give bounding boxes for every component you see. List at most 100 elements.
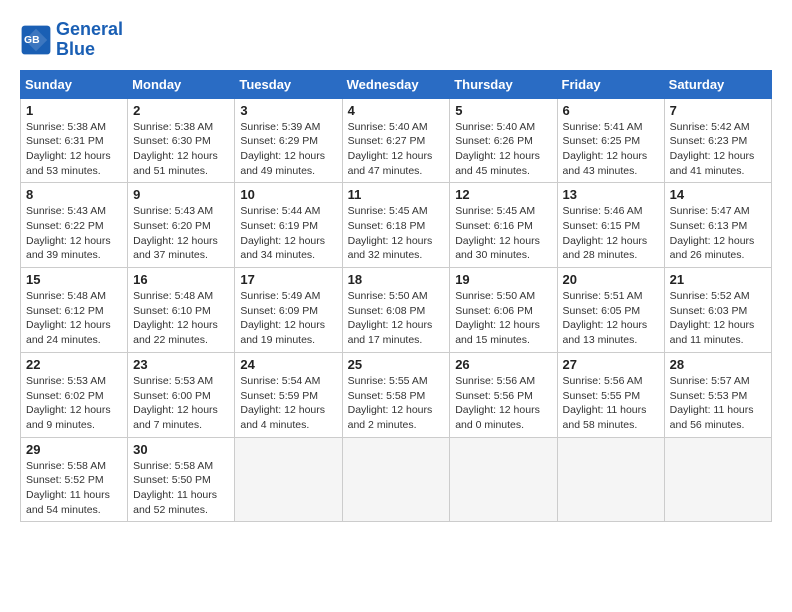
calendar-day-cell: 15 Sunrise: 5:48 AMSunset: 6:12 PMDaylig… [21, 268, 128, 353]
calendar-day-cell: 28 Sunrise: 5:57 AMSunset: 5:53 PMDaylig… [664, 352, 771, 437]
calendar-day-cell: 12 Sunrise: 5:45 AMSunset: 6:16 PMDaylig… [450, 183, 557, 268]
weekday-header: Tuesday [235, 70, 342, 98]
day-number: 17 [240, 272, 336, 287]
day-number: 22 [26, 357, 122, 372]
calendar-day-cell: 27 Sunrise: 5:56 AMSunset: 5:55 PMDaylig… [557, 352, 664, 437]
calendar-day-cell [557, 437, 664, 522]
day-number: 5 [455, 103, 551, 118]
calendar-day-cell: 3 Sunrise: 5:39 AMSunset: 6:29 PMDayligh… [235, 98, 342, 183]
day-number: 24 [240, 357, 336, 372]
day-number: 25 [348, 357, 445, 372]
day-info: Sunrise: 5:51 AMSunset: 6:05 PMDaylight:… [563, 290, 648, 346]
day-info: Sunrise: 5:45 AMSunset: 6:18 PMDaylight:… [348, 205, 433, 261]
calendar-day-cell: 25 Sunrise: 5:55 AMSunset: 5:58 PMDaylig… [342, 352, 450, 437]
calendar-day-cell: 10 Sunrise: 5:44 AMSunset: 6:19 PMDaylig… [235, 183, 342, 268]
day-number: 1 [26, 103, 122, 118]
calendar-day-cell: 22 Sunrise: 5:53 AMSunset: 6:02 PMDaylig… [21, 352, 128, 437]
weekday-header: Monday [128, 70, 235, 98]
day-info: Sunrise: 5:50 AMSunset: 6:08 PMDaylight:… [348, 290, 433, 346]
day-number: 6 [563, 103, 659, 118]
calendar-week-row: 29 Sunrise: 5:58 AMSunset: 5:52 PMDaylig… [21, 437, 772, 522]
day-info: Sunrise: 5:53 AMSunset: 6:00 PMDaylight:… [133, 375, 218, 431]
day-info: Sunrise: 5:56 AMSunset: 5:55 PMDaylight:… [563, 375, 647, 431]
calendar-day-cell [235, 437, 342, 522]
day-info: Sunrise: 5:40 AMSunset: 6:26 PMDaylight:… [455, 121, 540, 177]
logo-icon: GB [20, 24, 52, 56]
day-info: Sunrise: 5:47 AMSunset: 6:13 PMDaylight:… [670, 205, 755, 261]
day-number: 10 [240, 187, 336, 202]
day-info: Sunrise: 5:41 AMSunset: 6:25 PMDaylight:… [563, 121, 648, 177]
day-number: 27 [563, 357, 659, 372]
calendar-day-cell: 1 Sunrise: 5:38 AMSunset: 6:31 PMDayligh… [21, 98, 128, 183]
calendar-week-row: 15 Sunrise: 5:48 AMSunset: 6:12 PMDaylig… [21, 268, 772, 353]
calendar-day-cell: 19 Sunrise: 5:50 AMSunset: 6:06 PMDaylig… [450, 268, 557, 353]
day-info: Sunrise: 5:54 AMSunset: 5:59 PMDaylight:… [240, 375, 325, 431]
day-info: Sunrise: 5:57 AMSunset: 5:53 PMDaylight:… [670, 375, 754, 431]
calendar-day-cell: 26 Sunrise: 5:56 AMSunset: 5:56 PMDaylig… [450, 352, 557, 437]
calendar-day-cell: 30 Sunrise: 5:58 AMSunset: 5:50 PMDaylig… [128, 437, 235, 522]
calendar-day-cell: 14 Sunrise: 5:47 AMSunset: 6:13 PMDaylig… [664, 183, 771, 268]
day-number: 23 [133, 357, 229, 372]
day-number: 26 [455, 357, 551, 372]
calendar-day-cell: 4 Sunrise: 5:40 AMSunset: 6:27 PMDayligh… [342, 98, 450, 183]
calendar-day-cell [450, 437, 557, 522]
weekday-header: Sunday [21, 70, 128, 98]
logo: GB General Blue [20, 20, 123, 60]
day-number: 2 [133, 103, 229, 118]
calendar-day-cell: 29 Sunrise: 5:58 AMSunset: 5:52 PMDaylig… [21, 437, 128, 522]
day-info: Sunrise: 5:48 AMSunset: 6:12 PMDaylight:… [26, 290, 111, 346]
day-number: 4 [348, 103, 445, 118]
day-number: 14 [670, 187, 766, 202]
calendar-day-cell: 5 Sunrise: 5:40 AMSunset: 6:26 PMDayligh… [450, 98, 557, 183]
calendar-day-cell [342, 437, 450, 522]
calendar-day-cell: 23 Sunrise: 5:53 AMSunset: 6:00 PMDaylig… [128, 352, 235, 437]
day-info: Sunrise: 5:42 AMSunset: 6:23 PMDaylight:… [670, 121, 755, 177]
day-info: Sunrise: 5:38 AMSunset: 6:31 PMDaylight:… [26, 121, 111, 177]
day-number: 3 [240, 103, 336, 118]
day-number: 19 [455, 272, 551, 287]
calendar-week-row: 1 Sunrise: 5:38 AMSunset: 6:31 PMDayligh… [21, 98, 772, 183]
day-info: Sunrise: 5:50 AMSunset: 6:06 PMDaylight:… [455, 290, 540, 346]
day-info: Sunrise: 5:45 AMSunset: 6:16 PMDaylight:… [455, 205, 540, 261]
day-number: 11 [348, 187, 445, 202]
day-info: Sunrise: 5:49 AMSunset: 6:09 PMDaylight:… [240, 290, 325, 346]
calendar-table: SundayMondayTuesdayWednesdayThursdayFrid… [20, 70, 772, 523]
day-info: Sunrise: 5:48 AMSunset: 6:10 PMDaylight:… [133, 290, 218, 346]
page-header: GB General Blue [20, 20, 772, 60]
day-info: Sunrise: 5:52 AMSunset: 6:03 PMDaylight:… [670, 290, 755, 346]
calendar-day-cell: 17 Sunrise: 5:49 AMSunset: 6:09 PMDaylig… [235, 268, 342, 353]
day-info: Sunrise: 5:58 AMSunset: 5:52 PMDaylight:… [26, 460, 110, 516]
weekday-header-row: SundayMondayTuesdayWednesdayThursdayFrid… [21, 70, 772, 98]
day-number: 18 [348, 272, 445, 287]
day-info: Sunrise: 5:56 AMSunset: 5:56 PMDaylight:… [455, 375, 540, 431]
calendar-day-cell: 8 Sunrise: 5:43 AMSunset: 6:22 PMDayligh… [21, 183, 128, 268]
weekday-header: Wednesday [342, 70, 450, 98]
day-info: Sunrise: 5:55 AMSunset: 5:58 PMDaylight:… [348, 375, 433, 431]
weekday-header: Saturday [664, 70, 771, 98]
calendar-day-cell [664, 437, 771, 522]
day-number: 30 [133, 442, 229, 457]
calendar-day-cell: 16 Sunrise: 5:48 AMSunset: 6:10 PMDaylig… [128, 268, 235, 353]
weekday-header: Thursday [450, 70, 557, 98]
day-number: 16 [133, 272, 229, 287]
calendar-day-cell: 6 Sunrise: 5:41 AMSunset: 6:25 PMDayligh… [557, 98, 664, 183]
day-info: Sunrise: 5:40 AMSunset: 6:27 PMDaylight:… [348, 121, 433, 177]
day-info: Sunrise: 5:43 AMSunset: 6:22 PMDaylight:… [26, 205, 111, 261]
svg-text:GB: GB [24, 35, 40, 46]
calendar-day-cell: 21 Sunrise: 5:52 AMSunset: 6:03 PMDaylig… [664, 268, 771, 353]
day-number: 8 [26, 187, 122, 202]
calendar-day-cell: 20 Sunrise: 5:51 AMSunset: 6:05 PMDaylig… [557, 268, 664, 353]
calendar-week-row: 8 Sunrise: 5:43 AMSunset: 6:22 PMDayligh… [21, 183, 772, 268]
day-number: 29 [26, 442, 122, 457]
weekday-header: Friday [557, 70, 664, 98]
day-number: 12 [455, 187, 551, 202]
day-number: 7 [670, 103, 766, 118]
day-number: 15 [26, 272, 122, 287]
day-info: Sunrise: 5:43 AMSunset: 6:20 PMDaylight:… [133, 205, 218, 261]
calendar-week-row: 22 Sunrise: 5:53 AMSunset: 6:02 PMDaylig… [21, 352, 772, 437]
day-number: 21 [670, 272, 766, 287]
calendar-day-cell: 24 Sunrise: 5:54 AMSunset: 5:59 PMDaylig… [235, 352, 342, 437]
day-number: 28 [670, 357, 766, 372]
day-info: Sunrise: 5:39 AMSunset: 6:29 PMDaylight:… [240, 121, 325, 177]
calendar-day-cell: 11 Sunrise: 5:45 AMSunset: 6:18 PMDaylig… [342, 183, 450, 268]
